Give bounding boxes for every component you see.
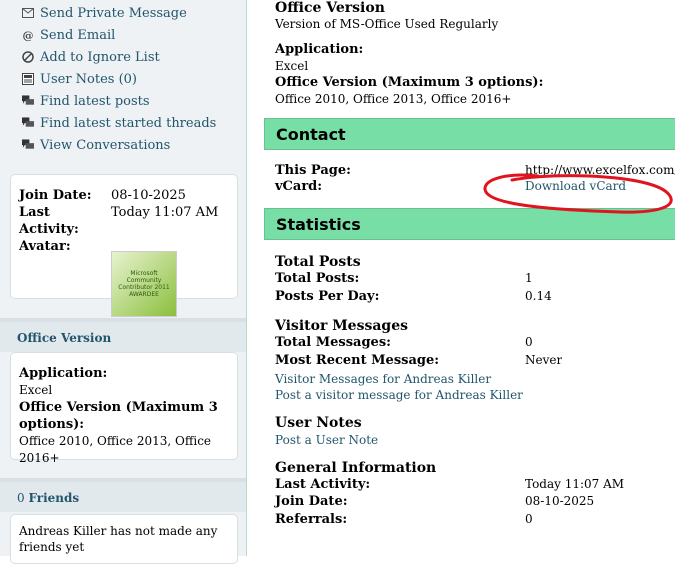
office-version-section: Office Version Version of MS-Office Used… (275, 0, 498, 32)
post-visitor-message-link[interactable]: Post a visitor message for Andreas Kille… (275, 387, 523, 403)
contact-title: Contact (276, 125, 346, 144)
sidebar-office-version-title: Office Version (17, 331, 112, 345)
avatar: Microsoft Community Contributor 2011 AWA… (111, 251, 177, 317)
office-version-subtitle: Version of MS-Office Used Regularly (275, 17, 499, 31)
friends-empty-text: Andreas Killer has not made any friends … (19, 524, 218, 554)
posts-icon (22, 95, 34, 107)
friends-title-text: Friends (28, 491, 80, 505)
total-messages-value: 0 (525, 335, 533, 349)
total-posts-label: Total Posts: (275, 271, 360, 286)
view-conversations-link[interactable]: View Conversations (22, 134, 216, 156)
posts-per-day-label: Posts Per Day: (275, 289, 380, 304)
notes-icon (22, 73, 34, 85)
add-to-ignore-list-link[interactable]: Add to Ignore List (22, 46, 216, 68)
visitor-messages-title: Visitor Messages (275, 318, 409, 334)
total-posts-row: Total Posts: 1 (275, 271, 675, 288)
office-version-title: Office Version (275, 0, 385, 16)
find-latest-posts-link[interactable]: Find latest posts (22, 90, 216, 112)
friends-title[interactable]: 0 Friends (17, 491, 79, 505)
office-version-label: Office Version (Maximum 3 options): (275, 75, 544, 90)
sidebar-application-label: Application: (19, 366, 108, 381)
contact-header: Contact (264, 118, 675, 150)
recent-message-value: Never (525, 353, 563, 367)
user-notes-title: User Notes (275, 415, 362, 431)
avatar-badge-text: Microsoft Community Contributor 2011 AWA… (118, 270, 170, 298)
posts-per-day-row: Posts Per Day: 0.14 (275, 289, 675, 306)
sidebar-office-version-card: Application: Excel Office Version (Maxim… (10, 352, 238, 465)
send-email-link[interactable]: @ Send Email (22, 24, 216, 46)
avatar-label: Avatar: (19, 239, 71, 254)
vcard-row: vCard: Download vCard (275, 179, 675, 196)
sidebar-version-value: Office 2010, Office 2013, Office 2016+ (19, 434, 212, 465)
at-sign-icon: @ (22, 28, 34, 42)
sidebar-application-value: Excel (19, 383, 53, 397)
download-vcard-link[interactable]: Download vCard (525, 179, 626, 193)
last-activity-value: Today 11:07 AM (111, 205, 219, 220)
this-page-url[interactable]: http://www.excelfox.com/forum/member.php… (525, 163, 675, 177)
friends-count: 0 (17, 491, 25, 505)
recent-message-label: Most Recent Message: (275, 353, 440, 368)
this-page-row: This Page: http://www.excelfox.com/forum… (275, 163, 675, 180)
ignore-icon (22, 51, 34, 63)
friends-card: Andreas Killer has not made any friends … (10, 514, 238, 564)
envelope-icon (22, 7, 34, 19)
profile-sidebar: Send Private Message @ Send Email Add to… (0, 0, 247, 564)
conversations-icon (22, 139, 34, 151)
referrals-value: 0 (525, 512, 533, 526)
member-info-card: Join Date: 08-10-2025 Last Activity: Today… (10, 174, 238, 317)
gen-join-date-label: Join Date: (275, 494, 348, 509)
post-user-note-link[interactable]: Post a User Note (275, 432, 378, 448)
gen-join-date-row: Join Date: 08-10-2025 (275, 494, 675, 511)
user-notes-link[interactable]: User Notes (0) (22, 68, 216, 90)
this-page-label: This Page: (275, 163, 351, 178)
recent-message-row: Most Recent Message: Never (275, 353, 675, 370)
referrals-row: Referrals: 0 (275, 512, 675, 529)
total-posts-title: Total Posts (275, 254, 361, 270)
send-private-message-link[interactable]: Send Private Message (22, 2, 216, 24)
gen-last-activity-value: Today 11:07 AM (525, 477, 625, 491)
general-information-title: General Information (275, 460, 437, 476)
application-value: Excel (275, 59, 309, 73)
office-version-value: Office 2010, Office 2013, Office 2016+ (275, 92, 512, 106)
gen-last-activity-label: Last Activity: (275, 477, 371, 492)
sidebar-office-version-header: Office Version (0, 318, 246, 352)
gen-last-activity-row: Last Activity: Today 11:07 AM (275, 477, 675, 494)
statistics-title: Statistics (276, 215, 361, 234)
office-version-fields: Application: Excel Office Version (Maxim… (275, 41, 543, 107)
statistics-header: Statistics (264, 208, 675, 240)
join-date-label: Join Date: (19, 188, 92, 203)
join-date-value: 08-10-2025 (111, 188, 186, 203)
referrals-label: Referrals: (275, 512, 348, 527)
total-posts-value: 1 (525, 271, 533, 285)
visitor-messages-link[interactable]: Visitor Messages for Andreas Killer (275, 371, 491, 387)
total-messages-label: Total Messages: (275, 335, 391, 350)
threads-icon (22, 117, 34, 129)
sidebar-version-label: Office Version (Maximum 3 options): (19, 400, 218, 432)
gen-join-date-value: 08-10-2025 (525, 494, 595, 508)
posts-per-day-value: 0.14 (525, 289, 552, 303)
find-latest-threads-link[interactable]: Find latest started threads (22, 112, 216, 134)
profile-main: Office Version Version of MS-Office Used… (264, 0, 675, 556)
profile-actions: Send Private Message @ Send Email Add to… (22, 2, 216, 156)
application-label: Application: (275, 42, 364, 57)
sidebar-friends-header: 0 Friends (0, 478, 246, 512)
vcard-label: vCard: (275, 179, 323, 194)
total-messages-row: Total Messages: 0 (275, 335, 675, 352)
last-activity-label: Last Activity: (19, 205, 79, 237)
